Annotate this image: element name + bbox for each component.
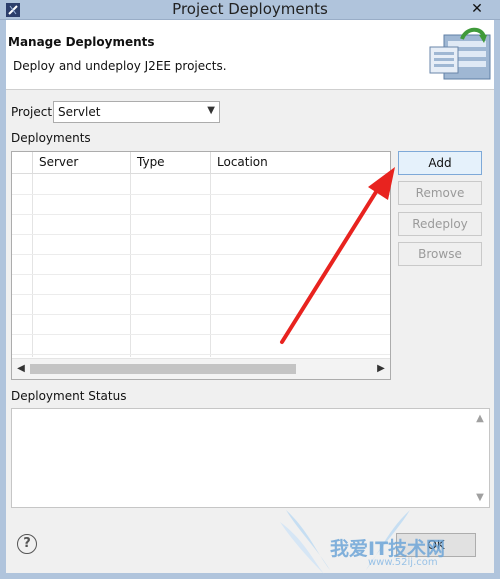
banner-title: Manage Deployments — [8, 35, 155, 49]
deployments-label: Deployments — [11, 131, 91, 145]
add-button[interactable]: Add — [398, 151, 482, 175]
scroll-up-icon[interactable]: ▲ — [474, 413, 486, 424]
scroll-left-icon[interactable]: ◀ — [14, 362, 28, 376]
header-banner: Manage Deployments Deploy and undeploy J… — [6, 20, 494, 90]
column-header-type[interactable]: Type — [130, 152, 210, 174]
deployments-table[interactable]: Server Type Location ◀ ▶ — [11, 151, 391, 380]
column-divider — [130, 174, 131, 357]
dialog-content: Project Servlet ▼ Deployments Server Typ… — [6, 91, 494, 573]
column-divider — [32, 174, 33, 357]
browse-button[interactable]: Browse — [398, 242, 482, 266]
banner-description: Deploy and undeploy J2EE projects. — [13, 59, 227, 73]
column-divider — [210, 174, 211, 357]
window-title: Project Deployments — [172, 0, 328, 18]
help-icon[interactable]: ? — [17, 534, 37, 554]
remove-button[interactable]: Remove — [398, 181, 482, 205]
close-button[interactable]: ✕ — [464, 0, 490, 19]
window-frame-bottom — [0, 573, 500, 579]
scroll-down-icon[interactable]: ▼ — [474, 492, 486, 503]
row-divider — [12, 194, 390, 195]
scrollbar-thumb[interactable] — [30, 364, 296, 374]
window-frame-right — [494, 20, 500, 579]
row-divider — [12, 214, 390, 215]
row-divider — [12, 274, 390, 275]
project-select[interactable]: Servlet ▼ — [53, 101, 220, 123]
project-label: Project — [11, 105, 53, 119]
title-bar: Project Deployments ✕ — [0, 0, 500, 20]
project-select-value: Servlet — [58, 105, 101, 119]
scroll-right-icon[interactable]: ▶ — [374, 362, 388, 376]
column-header-server[interactable]: Server — [32, 152, 130, 174]
deploy-wizard-icon — [429, 27, 491, 80]
watermark-url: www.52ij.com — [368, 557, 438, 568]
row-divider — [12, 234, 390, 235]
row-divider — [12, 334, 390, 335]
row-divider — [12, 254, 390, 255]
row-divider — [12, 294, 390, 295]
column-header-location[interactable]: Location — [210, 152, 390, 174]
deployment-status-label: Deployment Status — [11, 389, 127, 403]
row-divider — [12, 354, 390, 355]
row-divider — [12, 314, 390, 315]
horizontal-scrollbar[interactable]: ◀ ▶ — [12, 358, 390, 379]
redeploy-button[interactable]: Redeploy — [398, 212, 482, 236]
chevron-down-icon: ▼ — [207, 105, 215, 116]
deployment-status-area: ▲ ▼ — [11, 408, 490, 508]
table-header: Server Type Location — [12, 152, 390, 174]
